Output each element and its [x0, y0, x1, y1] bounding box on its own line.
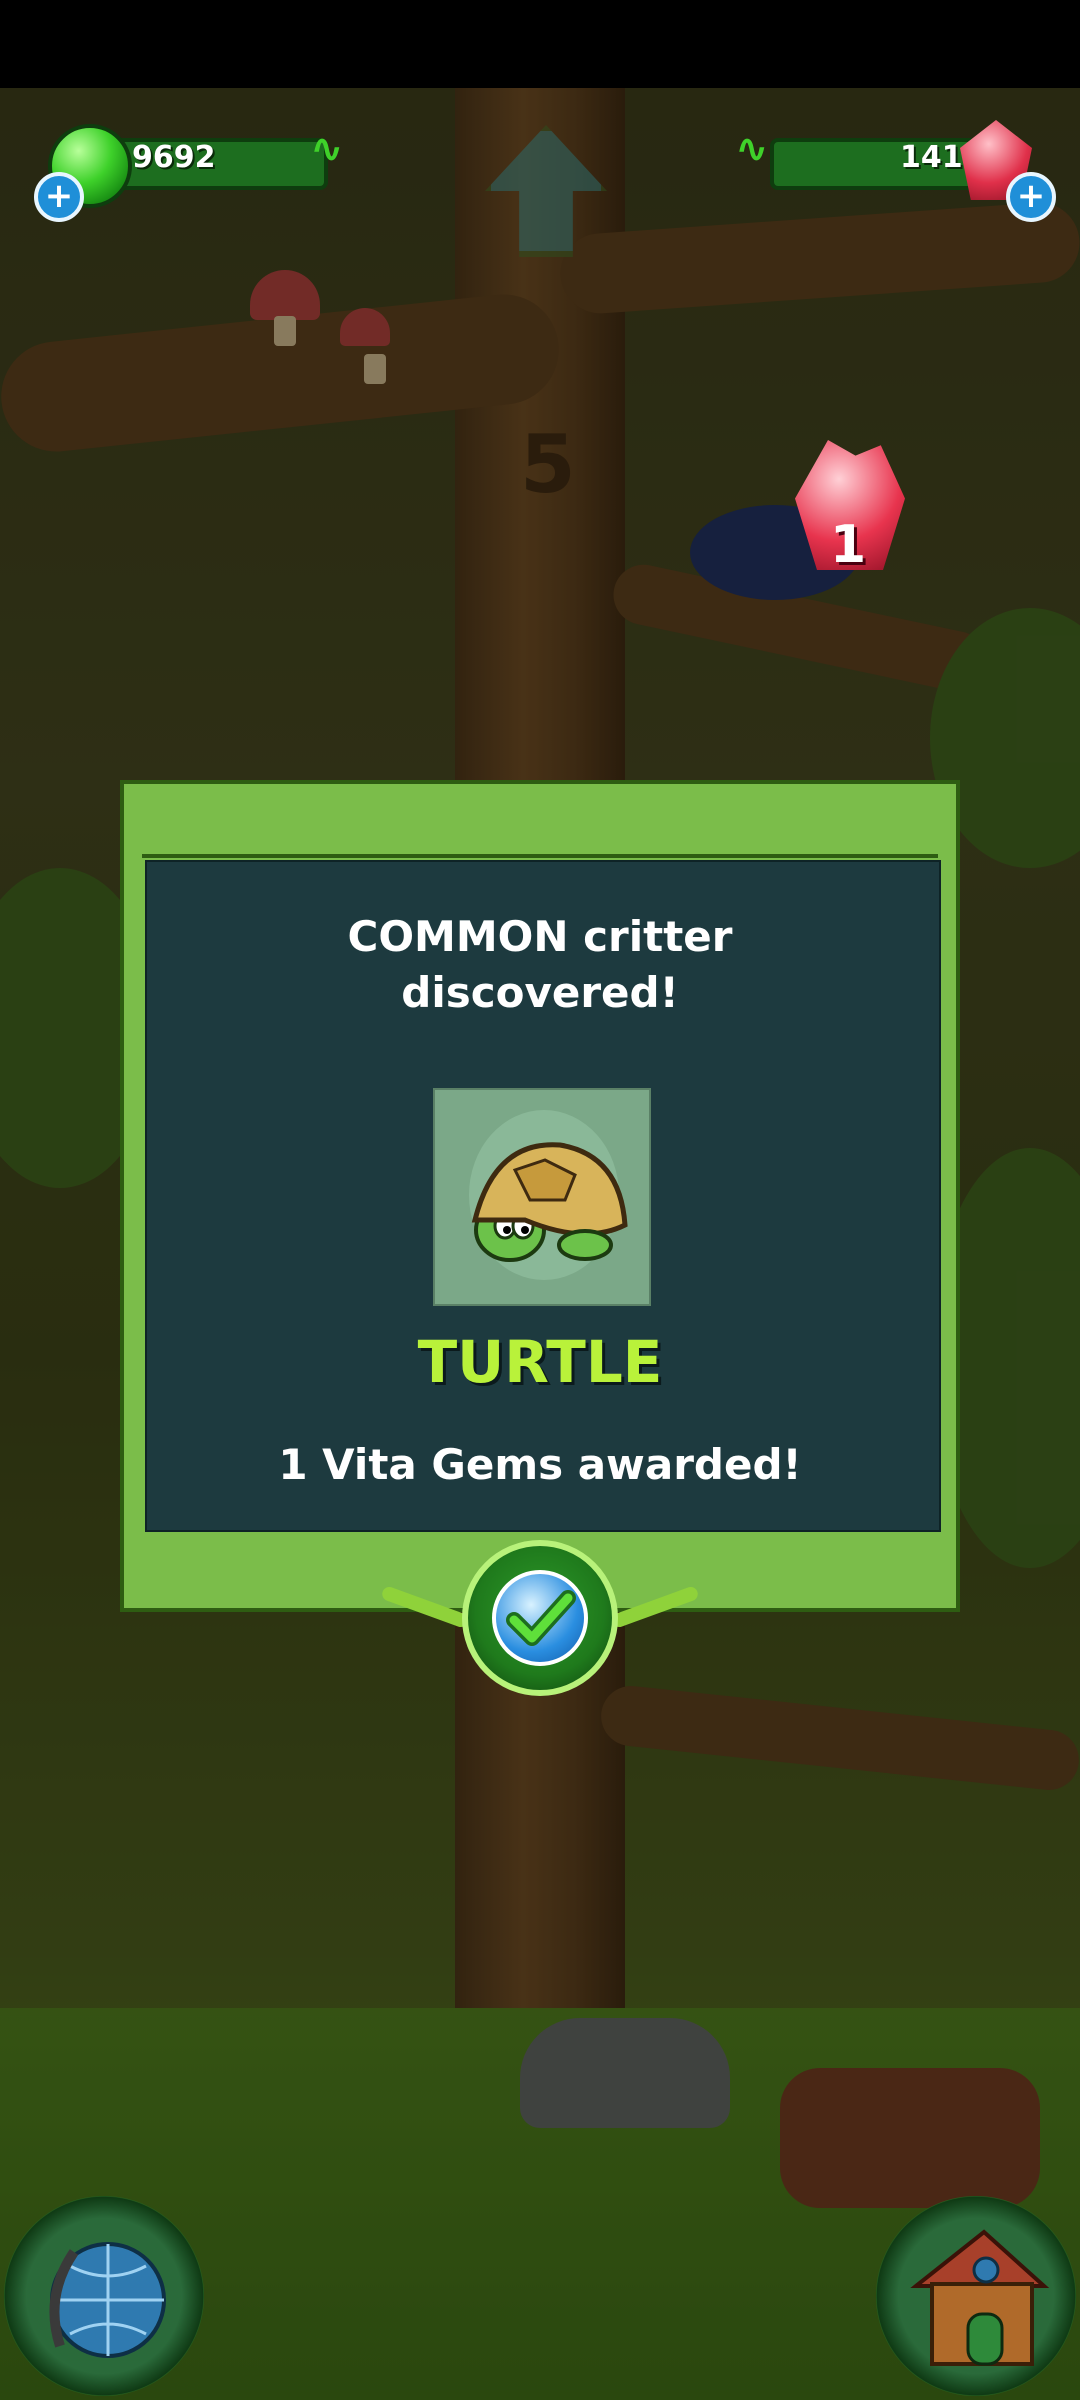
reward-text: 1 Vita Gems awarded!: [278, 1440, 802, 1489]
red-gem-count: 141: [900, 140, 963, 175]
vine-icon: ∿: [310, 126, 344, 172]
add-green-gems-button[interactable]: +: [34, 172, 84, 222]
confirm-button[interactable]: [462, 1540, 618, 1696]
critter-portrait: [433, 1088, 651, 1306]
add-red-gems-button[interactable]: +: [1006, 172, 1056, 222]
dialog-heading-line1: COMMON critter: [347, 912, 733, 961]
green-gem-count: 9692: [132, 140, 216, 175]
globe-icon: [49, 2242, 166, 2358]
critter-name: TURTLE: [417, 1328, 663, 1396]
home-button[interactable]: [876, 2196, 1076, 2396]
confirm-button-face: [492, 1570, 588, 1666]
dialog-heading-line2: discovered!: [401, 968, 679, 1017]
house-icon: [910, 2229, 1050, 2366]
world-map-button[interactable]: [4, 2196, 204, 2396]
vine-icon: ∿: [735, 126, 769, 172]
turtle-icon: [471, 1142, 628, 1262]
crystal-award-count: 1: [830, 515, 867, 575]
checkmark-icon: [506, 1590, 576, 1646]
